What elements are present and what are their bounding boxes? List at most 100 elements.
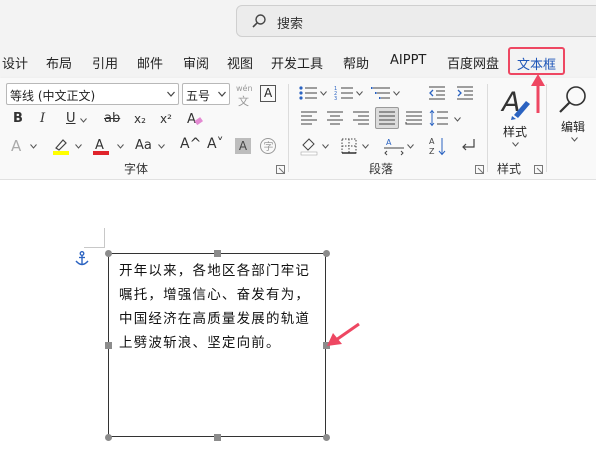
chevron-down-icon[interactable] bbox=[407, 144, 414, 149]
justify-button[interactable] bbox=[375, 107, 399, 129]
tab-layout[interactable]: 布局 bbox=[46, 53, 72, 72]
phonetic-guide-button[interactable]: wén 文 bbox=[234, 84, 256, 108]
align-right-icon[interactable] bbox=[352, 111, 370, 125]
italic-button[interactable]: I bbox=[40, 111, 45, 127]
dialog-launcher-icon[interactable] bbox=[475, 165, 484, 174]
text-effects-button[interactable]: A bbox=[11, 138, 21, 154]
resize-handle[interactable] bbox=[105, 250, 112, 257]
dialog-launcher-icon[interactable] bbox=[276, 165, 285, 174]
search-box[interactable]: 搜索 bbox=[236, 5, 596, 37]
superscript-button[interactable]: x² bbox=[160, 111, 172, 127]
sort-icon[interactable]: AZ bbox=[428, 135, 448, 157]
search-placeholder: 搜索 bbox=[277, 17, 304, 32]
align-center-icon[interactable] bbox=[326, 111, 344, 125]
font-name-select[interactable]: 等线 (中文正文) bbox=[6, 83, 179, 105]
chevron-down-icon[interactable] bbox=[80, 118, 87, 123]
tab-references[interactable]: 引用 bbox=[92, 53, 118, 72]
font-size-value: 五号 bbox=[186, 89, 211, 103]
highlight-icon[interactable] bbox=[51, 136, 71, 156]
distributed-align-icon[interactable] bbox=[405, 111, 423, 125]
chevron-down-icon bbox=[218, 91, 226, 97]
font-color-icon[interactable]: A bbox=[92, 136, 110, 156]
tab-baidu-netdisk[interactable]: 百度网盘 bbox=[447, 53, 499, 72]
resize-handle[interactable] bbox=[214, 434, 221, 441]
chevron-down-icon[interactable] bbox=[454, 117, 461, 122]
increase-indent-icon[interactable] bbox=[456, 85, 474, 101]
chevron-down-icon[interactable] bbox=[117, 144, 124, 149]
decrease-indent-icon[interactable] bbox=[428, 85, 446, 101]
anchor-icon[interactable] bbox=[74, 251, 90, 267]
show-marks-icon[interactable] bbox=[458, 137, 478, 155]
resize-handle[interactable] bbox=[323, 434, 330, 441]
chevron-down-icon[interactable] bbox=[320, 91, 327, 96]
numbering-icon[interactable]: 123 bbox=[334, 85, 354, 101]
ribbon: 等线 (中文正文) 五号 wén 文 A B I U ab x₂ x² A A … bbox=[0, 78, 596, 180]
tab-aippt[interactable]: AIPPT bbox=[390, 53, 426, 68]
multilevel-list-icon[interactable] bbox=[371, 85, 391, 101]
annotation-arrow-up bbox=[531, 74, 545, 113]
svg-text:字: 字 bbox=[264, 140, 274, 153]
styles-icon: A bbox=[500, 87, 530, 120]
tab-view[interactable]: 视图 bbox=[227, 53, 253, 72]
tab-textbox[interactable]: 文本框 bbox=[517, 54, 556, 73]
shrink-font-button[interactable]: A˅ bbox=[207, 136, 224, 152]
tab-help[interactable]: 帮助 bbox=[343, 53, 369, 72]
phonetic-char: 文 bbox=[238, 95, 249, 108]
paragraph-group-label: 段落 bbox=[369, 162, 394, 176]
chevron-down-icon[interactable] bbox=[393, 91, 400, 96]
chevron-down-icon[interactable] bbox=[158, 144, 165, 149]
text-box-content[interactable]: 开年以来，各地区各部门牢记嘱托，增强信心、奋发有为，中国经济在高质量发展的轨道上… bbox=[119, 259, 323, 355]
font-size-select[interactable]: 五号 bbox=[182, 83, 230, 105]
subscript-button[interactable]: x₂ bbox=[134, 111, 146, 127]
bullets-icon[interactable] bbox=[298, 85, 318, 101]
grow-font-button[interactable]: A^ bbox=[180, 136, 201, 152]
chevron-down-icon bbox=[512, 142, 519, 147]
tab-review[interactable]: 审阅 bbox=[183, 53, 209, 72]
ribbon-tabs: 设计 布局 引用 邮件 审阅 视图 开发工具 帮助 AIPPT 百度网盘 文本框 bbox=[0, 44, 596, 78]
annotation-arrow-left bbox=[327, 322, 360, 346]
underline-button[interactable]: U bbox=[66, 111, 76, 127]
align-left-icon[interactable] bbox=[300, 111, 318, 125]
clear-formatting-icon[interactable]: A bbox=[186, 110, 204, 128]
shading-icon[interactable] bbox=[299, 136, 319, 156]
tab-design[interactable]: 设计 bbox=[2, 53, 28, 72]
chevron-down-icon bbox=[167, 91, 175, 97]
resize-handle[interactable] bbox=[214, 250, 221, 257]
title-bar: 搜索 bbox=[0, 0, 596, 44]
dialog-launcher-icon[interactable] bbox=[534, 165, 543, 174]
chinese-layout-icon[interactable]: A bbox=[383, 136, 405, 156]
tab-developer[interactable]: 开发工具 bbox=[271, 53, 323, 72]
resize-handle[interactable] bbox=[105, 434, 112, 441]
borders-icon[interactable] bbox=[341, 138, 357, 154]
line-spacing-icon[interactable] bbox=[429, 109, 449, 127]
character-shading-button[interactable]: A bbox=[235, 138, 251, 154]
group-separator bbox=[288, 84, 289, 172]
character-border-button[interactable]: A bbox=[260, 85, 276, 102]
svg-text:Z: Z bbox=[429, 147, 435, 156]
chevron-down-icon[interactable] bbox=[356, 91, 363, 96]
svg-text:A: A bbox=[187, 112, 196, 127]
group-separator bbox=[487, 84, 488, 172]
align-justify-icon bbox=[379, 111, 395, 125]
resize-handle[interactable] bbox=[323, 250, 330, 257]
chevron-down-icon[interactable] bbox=[322, 144, 329, 149]
phonetic-label: wén bbox=[236, 84, 253, 93]
editing-button[interactable]: 编辑 bbox=[553, 83, 595, 153]
chevron-down-icon[interactable] bbox=[362, 144, 369, 149]
char-border-letter: A bbox=[264, 86, 273, 100]
tab-mailings[interactable]: 邮件 bbox=[137, 53, 163, 72]
strikethrough-button[interactable]: ab bbox=[104, 111, 120, 127]
chevron-down-icon[interactable] bbox=[75, 144, 82, 149]
group-separator bbox=[546, 84, 547, 172]
svg-text:A: A bbox=[429, 137, 435, 146]
styles-group-label: 样式 bbox=[497, 162, 522, 176]
chevron-down-icon[interactable] bbox=[30, 144, 37, 149]
bold-button[interactable]: B bbox=[13, 111, 23, 127]
change-case-button[interactable]: Aa bbox=[135, 138, 152, 154]
font-name-value: 等线 (中文正文) bbox=[10, 89, 96, 103]
margin-guide bbox=[84, 247, 104, 248]
margin-guide bbox=[104, 228, 105, 248]
svg-text:3: 3 bbox=[334, 96, 337, 101]
resize-handle[interactable] bbox=[105, 342, 112, 349]
enclose-characters-icon[interactable]: 字 bbox=[259, 137, 277, 155]
